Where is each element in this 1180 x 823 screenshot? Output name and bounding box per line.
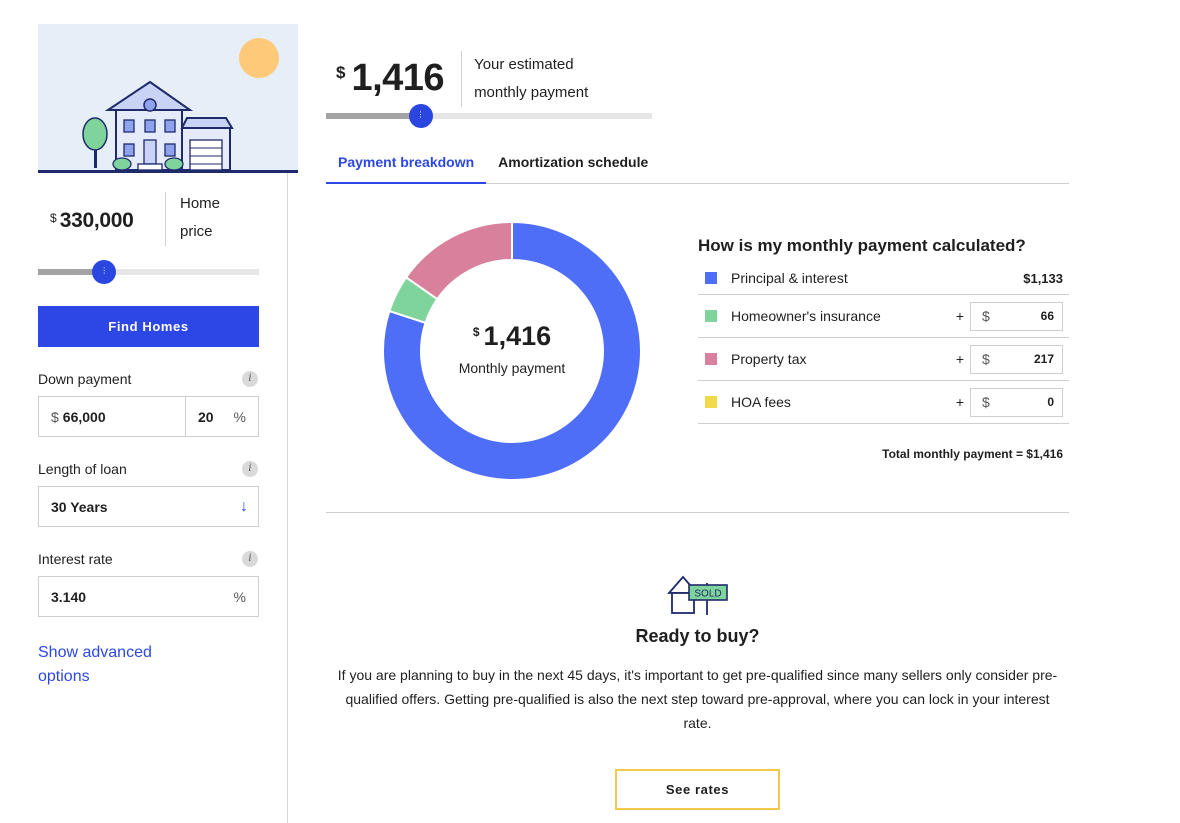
interest-rate-percent-symbol: % (233, 588, 246, 605)
hoa-swatch (705, 396, 717, 408)
plus-sign: + (955, 394, 964, 410)
show-advanced-options-link[interactable]: Show advanced options (38, 641, 168, 689)
home-price-label: Home price (180, 195, 221, 240)
row-principal-interest: Principal & interest $1,133 (698, 262, 1069, 295)
donut-center-currency: $ (472, 324, 480, 339)
property-tax-input[interactable]: $ 217 (970, 344, 1063, 374)
payment-results-panel: $ 1,416 Your estimated monthly payment ⋮… (326, 24, 1069, 810)
percent-symbol: % (233, 408, 246, 425)
down-payment-amount: 66,000 (62, 408, 106, 425)
donut-center-value: 1,416 (483, 320, 552, 351)
currency-symbol: $ (982, 308, 990, 324)
tab-amortization-schedule[interactable]: Amortization schedule (486, 152, 660, 184)
down-payment-amount-input[interactable]: $ 66,000 (39, 397, 186, 436)
loan-length-label-row: Length of loan i (38, 459, 259, 479)
sold-sign-icon: SOLD (666, 575, 728, 615)
down-payment-info-icon[interactable]: i (242, 371, 258, 387)
down-payment-percent: 20 (198, 408, 214, 425)
home-price-value: 330,000 (59, 209, 134, 232)
interest-rate-label: Interest rate (38, 551, 113, 567)
row-homeowners-insurance: Homeowner's insurance + $ 66 (698, 295, 1069, 338)
estimated-payment-label: Your estimated monthly payment (474, 56, 589, 101)
row-property-tax: Property tax + $ 217 (698, 338, 1069, 381)
row-label: Property tax (731, 351, 807, 367)
result-tabs: Payment breakdown Amortization schedule (326, 152, 1069, 184)
payment-currency: $ (336, 63, 346, 82)
loan-length-value: 30 Years (51, 498, 108, 515)
section-divider (326, 512, 1069, 513)
insurance-swatch (705, 310, 717, 322)
total-monthly-payment: Total monthly payment = $1,416 (882, 447, 1063, 461)
find-homes-button[interactable]: Find Homes (38, 306, 259, 347)
down-payment-percent-input[interactable]: 20 % (186, 409, 258, 425)
interest-rate-input[interactable]: 3.140 % (38, 576, 259, 617)
property-tax-swatch (705, 353, 717, 365)
insurance-value: 66 (1040, 309, 1054, 323)
ready-to-buy-title: Ready to buy? (635, 626, 760, 646)
loan-length-info-icon[interactable]: i (242, 461, 258, 477)
donut-center-label: $ 1,416 Monthly payment (383, 222, 641, 480)
row-hoa-fees: HOA fees + $ 0 (698, 381, 1069, 424)
down-payment-label: Down payment (38, 371, 132, 387)
home-price-currency: $ (50, 211, 57, 225)
loan-length-select[interactable]: 30 Years ↓ (38, 486, 259, 527)
hoa-fees-input[interactable]: $ 0 (970, 387, 1063, 417)
payment-slider-fill (326, 113, 421, 119)
row-label: Principal & interest (731, 270, 848, 286)
calculator-inputs-panel: $ 330,000 Home price ⋮ Find Homes Down p… (38, 24, 298, 689)
payment-slider-handle[interactable]: ⋮ (408, 104, 433, 128)
payment-breakdown: $ 1,416 Monthly payment How is my monthl… (326, 184, 1069, 512)
currency-symbol: $ (982, 351, 990, 367)
down-payment-field: $ 66,000 20 % (38, 396, 259, 437)
ready-to-buy-section: SOLD Ready to buy? If you are planning t… (326, 571, 1069, 810)
donut-center-caption: Monthly payment (458, 359, 566, 376)
payment-slider[interactable]: ⋮ (326, 103, 652, 128)
hoa-fees-value: 0 (1047, 395, 1054, 409)
home-price-slider-handle[interactable]: ⋮ (92, 260, 117, 284)
down-payment-label-row: Down payment i (38, 369, 259, 389)
ready-to-buy-text: If you are planning to buy in the next 4… (337, 667, 1058, 731)
sold-sign-text: SOLD (694, 589, 721, 600)
interest-rate-info-icon[interactable]: i (242, 551, 258, 567)
insurance-input[interactable]: $ 66 (970, 301, 1063, 331)
tab-payment-breakdown[interactable]: Payment breakdown (326, 152, 487, 184)
loan-length-label: Length of loan (38, 461, 127, 477)
property-tax-value: 217 (1033, 352, 1054, 366)
payment-calculation-table: How is my monthly payment calculated? Pr… (698, 236, 1069, 461)
estimated-payment-value: 1,416 (351, 57, 445, 99)
row-label: HOA fees (731, 394, 791, 410)
arrow-down-icon: ↓ (240, 497, 248, 515)
principal-swatch (705, 272, 717, 284)
calculation-title: How is my monthly payment calculated? (698, 236, 1026, 255)
home-price-slider[interactable]: ⋮ (38, 259, 259, 284)
plus-sign: + (955, 308, 964, 324)
principal-interest-value: $1,133 (1023, 270, 1063, 286)
down-payment-currency: $ (51, 408, 59, 425)
see-rates-button[interactable]: See rates (615, 769, 780, 810)
plus-sign: + (955, 351, 964, 367)
home-price-display: $ 330,000 Home price (38, 192, 259, 246)
house-illustration (38, 24, 298, 173)
interest-rate-label-row: Interest rate i (38, 549, 259, 569)
currency-symbol: $ (982, 394, 990, 410)
interest-rate-value: 3.140 (51, 588, 87, 605)
row-label: Homeowner's insurance (731, 308, 881, 324)
house-icon (82, 38, 279, 171)
